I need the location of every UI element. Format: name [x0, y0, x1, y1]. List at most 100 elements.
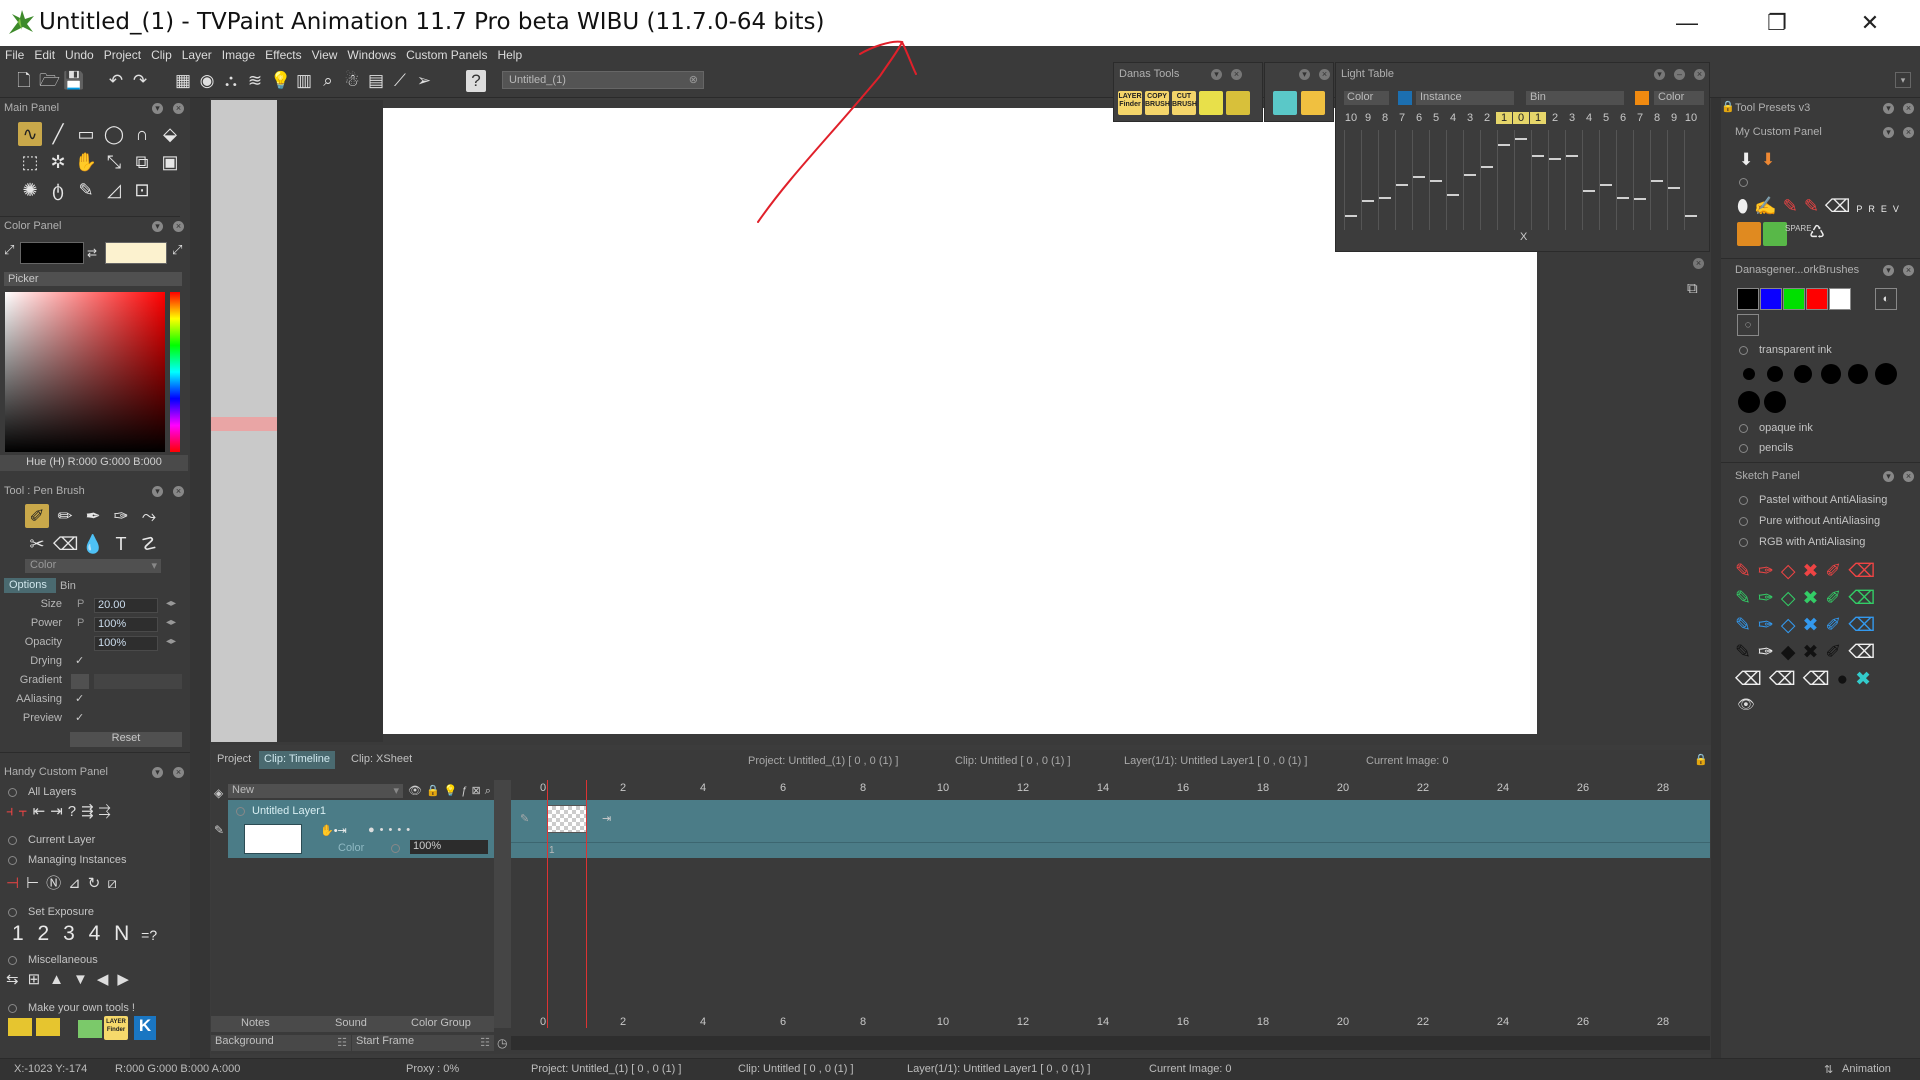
- transform-tool-icon[interactable]: ⤡: [102, 150, 126, 174]
- panel-close-icon[interactable]: ×: [1903, 471, 1914, 482]
- light-table-opacity-slider[interactable]: [1633, 130, 1651, 230]
- eyedropper-icon[interactable]: ⤢: [172, 242, 182, 258]
- light-table-opacity-slider[interactable]: [1378, 130, 1396, 230]
- menu-effects[interactable]: Effects: [265, 48, 301, 62]
- light-table-opacity-slider[interactable]: [1412, 130, 1430, 230]
- panel-close-icon[interactable]: ×: [173, 221, 184, 232]
- menu-undo[interactable]: Undo: [65, 48, 94, 62]
- tab-notes[interactable]: Notes: [241, 1017, 270, 1029]
- invert-swatch-icon[interactable]: ◐: [1875, 288, 1897, 310]
- light-table-frame-number[interactable]: 4: [1581, 112, 1597, 124]
- layer-row[interactable]: Untitled Layer1 ✋•⇥ Color ●•••• 100%: [228, 800, 494, 858]
- red-pen-icon[interactable]: ✑: [1758, 561, 1781, 582]
- merge-icon[interactable]: ⇉: [99, 803, 116, 820]
- panel-close-icon[interactable]: ×: [1903, 265, 1914, 276]
- panel-menu-icon[interactable]: ▾: [1883, 127, 1894, 138]
- layer-options-dots[interactable]: ●••••: [368, 824, 415, 836]
- magic-select-icon[interactable]: ✲: [46, 150, 70, 174]
- menu-custom-panels[interactable]: Custom Panels: [406, 48, 487, 62]
- light-table-frame-number[interactable]: 10: [1683, 112, 1699, 124]
- exposure-4-button[interactable]: 4: [89, 922, 101, 945]
- layer-finder-mini-button[interactable]: LAYER Finder: [104, 1016, 128, 1040]
- light-table-frame-number[interactable]: 9: [1360, 112, 1376, 124]
- layer-radio[interactable]: [236, 807, 245, 816]
- brush-size-3-icon[interactable]: [1794, 365, 1812, 383]
- swap-icon[interactable]: ⇆: [6, 971, 28, 988]
- set-exposure-radio[interactable]: [8, 908, 17, 917]
- layers-stack-icon[interactable]: ◈: [214, 786, 223, 800]
- blue-diamond-icon[interactable]: ◇: [1781, 615, 1803, 636]
- light-table-opacity-slider[interactable]: [1514, 130, 1532, 230]
- tab-options[interactable]: Options: [4, 578, 56, 593]
- lock-icon[interactable]: 🔒: [1721, 100, 1735, 113]
- green-eraser-icon[interactable]: ⌫: [1848, 588, 1882, 609]
- red-eraser-icon[interactable]: ⌫: [1848, 561, 1882, 582]
- panel-menu-icon[interactable]: ▾: [1883, 265, 1894, 276]
- arrow-right-icon[interactable]: ▶: [117, 971, 138, 988]
- miscellaneous-radio[interactable]: [8, 956, 17, 965]
- menu-windows[interactable]: Windows: [347, 48, 396, 62]
- exposure-2-button[interactable]: 2: [38, 922, 50, 945]
- red-swan-icon[interactable]: ✐: [1825, 561, 1848, 582]
- instance-add-icon[interactable]: ⊢: [26, 875, 46, 892]
- lt-color-select[interactable]: Color: [1344, 91, 1389, 105]
- panel-menu-icon[interactable]: ▾: [152, 767, 163, 778]
- stick-tool-icon[interactable]: [1737, 222, 1761, 246]
- freehand-tool-icon[interactable]: ∿: [18, 122, 42, 146]
- spline-tool-icon[interactable]: ∩: [130, 122, 154, 146]
- light-table-slider-handle[interactable]: [1430, 180, 1442, 182]
- sketch-item-radio[interactable]: [1739, 496, 1748, 505]
- lock-layer-icon[interactable]: 🔒: [426, 785, 444, 797]
- tab-sound[interactable]: Sound: [335, 1017, 367, 1029]
- light-table-frame-number[interactable]: 6: [1411, 112, 1427, 124]
- primary-color-swatch[interactable]: [20, 242, 84, 264]
- power-field[interactable]: 100%: [94, 617, 158, 632]
- copy-brush-button[interactable]: COPY BRUSH: [1145, 91, 1170, 115]
- light-table-slider-handle[interactable]: [1515, 138, 1527, 140]
- lt-reset-x[interactable]: X: [1520, 231, 1527, 243]
- dock-tool-icon[interactable]: ⧉: [1687, 280, 1698, 297]
- frame-ruler-bottom[interactable]: 0 2 4 6 8 10 12 14 16 18 20 22 24 26 28: [511, 1016, 1710, 1032]
- tool-mode-select[interactable]: Color ▾: [25, 559, 161, 573]
- film-icon[interactable]: ▦: [173, 70, 193, 92]
- close-button[interactable]: ✕: [1825, 0, 1915, 46]
- scissors-icon[interactable]: ✂: [25, 532, 49, 556]
- red-diamond-icon[interactable]: ◇: [1781, 561, 1803, 582]
- light-table-slider-handle[interactable]: [1566, 155, 1578, 157]
- left-scrollbar[interactable]: [190, 98, 210, 1058]
- instance-tree-icon[interactable]: ⊿: [68, 875, 88, 892]
- menu-image[interactable]: Image: [222, 48, 255, 62]
- light-table-opacity-slider[interactable]: [1463, 130, 1481, 230]
- light-table-frame-number[interactable]: 3: [1564, 112, 1580, 124]
- light-table-slider-handle[interactable]: [1600, 184, 1612, 186]
- tab-clip-timeline[interactable]: Clip: Timeline: [259, 751, 336, 769]
- extend-frame-icon[interactable]: ⇥: [602, 812, 611, 825]
- black-pen-icon[interactable]: ✑: [1758, 642, 1781, 663]
- light-icon[interactable]: 💡: [444, 785, 462, 797]
- menu-edit[interactable]: Edit: [34, 48, 55, 62]
- opaque-ink-radio[interactable]: [1739, 424, 1748, 433]
- brush-size-5-icon[interactable]: [1848, 364, 1868, 384]
- green-swan-icon[interactable]: ✐: [1825, 588, 1848, 609]
- start-frame-select[interactable]: Start Frame ☷: [352, 1035, 494, 1051]
- instance-cycle-icon[interactable]: ↻: [88, 875, 108, 892]
- maximize-button[interactable]: ❐: [1732, 0, 1822, 46]
- eraser-brush-icon[interactable]: ⌫: [1825, 196, 1856, 216]
- bulb-tool-icon[interactable]: [1301, 91, 1325, 115]
- light-table-opacity-slider[interactable]: [1531, 130, 1549, 230]
- light-table-slider-handle[interactable]: [1447, 194, 1459, 196]
- visibility-icon[interactable]: 👁: [408, 785, 426, 797]
- knife-icon[interactable]: ⤳: [137, 504, 161, 528]
- light-table-slider-handle[interactable]: [1396, 184, 1408, 186]
- layer-opacity-field[interactable]: 100%: [410, 840, 488, 854]
- hand-tool-icon[interactable]: ✋: [74, 150, 98, 174]
- lock-icon[interactable]: 🔒: [1694, 753, 1708, 766]
- lines-button-icon[interactable]: [1226, 91, 1250, 115]
- light-table-opacity-slider[interactable]: [1480, 130, 1498, 230]
- panel-menu-icon[interactable]: ▾: [152, 221, 163, 232]
- light-table-frame-number[interactable]: 4: [1445, 112, 1461, 124]
- cut-brush-button[interactable]: CUT BRUSH: [1172, 91, 1197, 115]
- background-menu-icon[interactable]: ☷: [337, 1036, 347, 1049]
- drop-icon[interactable]: 💧: [81, 532, 105, 556]
- frame-ruler-top[interactable]: 0 2 4 6 8 10 12 14 16 18 20 22 24 26 28: [511, 782, 1710, 798]
